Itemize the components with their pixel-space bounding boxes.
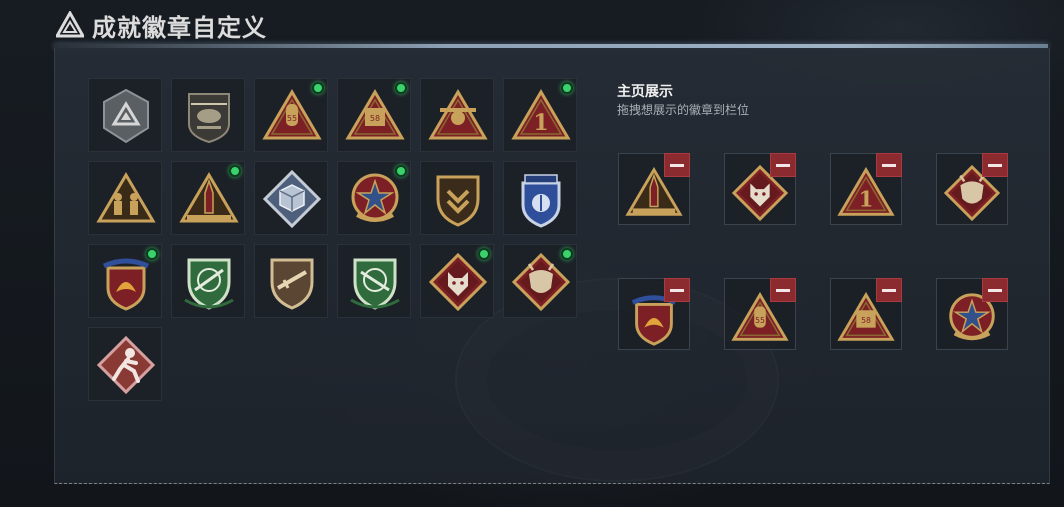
minus-icon [670,289,684,292]
chevron-shield-badge-icon [436,175,480,227]
badge-cell-rocket-55-triangle-badge[interactable]: 55 [254,78,328,152]
remove-badge-button[interactable] [770,278,796,302]
page-header: 成就徽章自定义 [56,8,267,42]
green-rifle-shield-badge-icon [184,258,234,310]
badge-cell-blue-crest-badge[interactable] [503,161,577,235]
svg-text:1: 1 [859,188,874,213]
svg-text:1: 1 [533,110,548,136]
minus-icon [988,289,1002,292]
minus-icon [776,164,790,167]
showcase-slot[interactable] [936,153,1008,225]
showcase-slot[interactable]: 1 [830,153,902,225]
triangle-logo-icon [56,11,84,38]
green-rifle-shield-alt-badge-icon [350,258,400,310]
remove-badge-button[interactable] [876,153,902,177]
showcase-title: 主页展示 [617,84,673,100]
badge-cell-soldiers-triangle-badge[interactable] [88,161,162,235]
phoenix-crest-badge-icon [102,258,150,311]
badge-cell-triangle-emblem-gray-badge[interactable] [88,78,162,152]
badge-cell-phoenix-crest-badge[interactable] [88,244,162,318]
showcase-slot[interactable]: 58 [830,278,902,350]
equipped-indicator [229,165,241,177]
badge-cell-runner-diamond-badge[interactable] [88,327,162,401]
minus-icon [776,289,790,292]
number-1-triangle-badge-icon: 1 [511,89,571,140]
badge-cell-brown-rifle-shield-badge[interactable] [254,244,328,318]
svg-text:55: 55 [287,114,297,123]
bomber-triangle-badge-icon [428,89,488,140]
badge-cell-green-rifle-shield-alt-badge[interactable] [337,244,411,318]
badge-cell-bomber-triangle-badge[interactable] [420,78,494,152]
badge-cell-green-rifle-shield-badge[interactable] [171,244,245,318]
badge-cell-helicopter-badge[interactable] [171,78,245,152]
showcase-slot[interactable] [936,278,1008,350]
missile-triangle-badge-icon [179,172,239,223]
equipped-indicator [561,248,573,260]
badge-cell-chevron-shield-badge[interactable] [420,161,494,235]
badge-cell-star-medal-badge[interactable] [337,161,411,235]
rocket-55-triangle-badge-icon: 55 [262,89,322,140]
vehicle-58-triangle-badge-icon: 58 [345,89,405,140]
badge-cell-cube-diamond-badge[interactable] [254,161,328,235]
showcase-slot[interactable] [724,153,796,225]
remove-badge-button[interactable] [770,153,796,177]
remove-badge-button[interactable] [664,153,690,177]
equipped-indicator [478,248,490,260]
brown-rifle-shield-badge-icon [270,258,314,310]
wolf-diamond-badge-icon [428,252,488,312]
minus-icon [882,289,896,292]
cube-diamond-badge-icon [262,169,322,229]
badge-cell-number-1-triangle-badge[interactable]: 1 [503,78,577,152]
blue-crest-badge-icon [521,174,561,228]
svg-text:58: 58 [861,316,871,325]
runner-diamond-badge-icon [96,335,156,395]
remove-badge-button[interactable] [664,278,690,302]
badge-cell-wolf-diamond-badge[interactable] [420,244,494,318]
dragon-diamond-badge-icon [511,252,571,312]
equipped-indicator [561,82,573,94]
soldiers-triangle-badge-icon [96,172,156,223]
remove-badge-button[interactable] [982,278,1008,302]
star-medal-badge-icon [351,173,399,222]
remove-badge-button[interactable] [982,153,1008,177]
badge-cell-vehicle-58-triangle-badge[interactable]: 58 [337,78,411,152]
svg-text:58: 58 [370,114,380,123]
showcase-subtitle: 拖拽想展示的徽章到栏位 [617,103,750,117]
minus-icon [988,164,1002,167]
page-title: 成就徽章自定义 [92,13,267,42]
equipped-indicator [395,165,407,177]
remove-badge-button[interactable] [876,278,902,302]
equipped-indicator [146,248,158,260]
triangle-emblem-gray-badge-icon [103,88,149,144]
helicopter-badge-icon [188,93,230,144]
showcase-slot[interactable] [618,153,690,225]
equipped-indicator [312,82,324,94]
minus-icon [882,164,896,167]
showcase-slot[interactable] [618,278,690,350]
badge-cell-missile-triangle-badge[interactable] [171,161,245,235]
showcase-slot[interactable]: 55 [724,278,796,350]
minus-icon [670,164,684,167]
equipped-indicator [395,82,407,94]
svg-text:55: 55 [755,316,765,325]
badge-cell-dragon-diamond-badge[interactable] [503,244,577,318]
